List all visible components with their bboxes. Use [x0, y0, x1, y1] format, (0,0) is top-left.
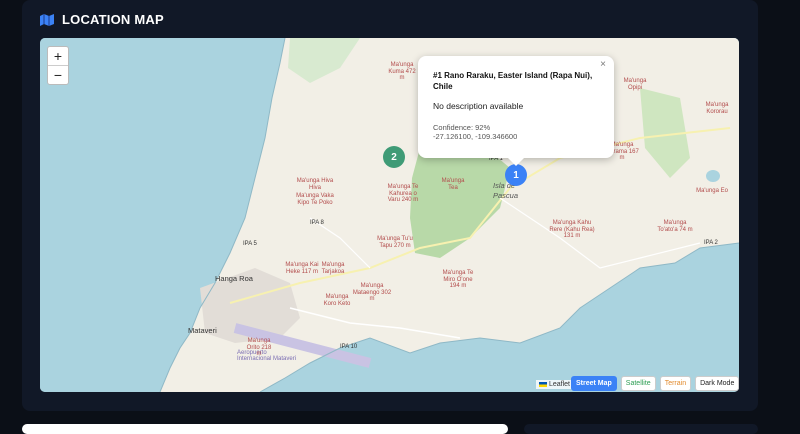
peak-label: Ma'unga Eo: [696, 188, 728, 194]
peak-label: Ma'unga Kuma 472 m: [388, 62, 416, 81]
label-ipa5: IPA 5: [243, 241, 257, 247]
attribution[interactable]: Leaflet: [536, 380, 573, 389]
zoom-out-button[interactable]: −: [48, 65, 68, 84]
popup-tip: [508, 158, 524, 166]
map-canvas[interactable]: Hanga Roa Mataveri Isla de Pascua IPA 1 …: [40, 38, 739, 392]
leaflet-flag-icon: [539, 381, 547, 387]
label-ipa10: IPA 10: [340, 344, 358, 350]
layer-switcher: Street Map Satellite Terrain Dark Mode: [571, 376, 740, 391]
peak-label: Ma'unga Tea: [441, 178, 465, 191]
peak-label: Ma'unga Mataengo 302 m: [352, 283, 392, 302]
zoom-in-button[interactable]: +: [48, 47, 68, 65]
label-pascua: Pascua: [493, 191, 519, 200]
layer-terrain-button[interactable]: Terrain: [659, 376, 692, 391]
location-popup: × #1 Rano Raraku, Easter Island (Rapa Nu…: [418, 56, 614, 166]
location-marker[interactable]: 1: [505, 164, 527, 186]
peak-label: Ma'unga Tarjakoa: [321, 262, 345, 275]
layer-street-button[interactable]: Street Map: [571, 376, 617, 391]
label-mataveri: Mataveri: [188, 326, 217, 335]
cluster-marker[interactable]: 2: [383, 146, 405, 168]
popup-confidence: Confidence: 92%: [433, 123, 491, 132]
next-card: [22, 424, 508, 434]
popup-coordinates: -27.126100, -109.346600: [433, 132, 518, 141]
map-tiles[interactable]: [40, 38, 739, 392]
peak-label: Ma'unga Kororau: [705, 102, 729, 115]
peak-label: Ma'unga Te Kahurea o Varu 240 m: [387, 184, 419, 203]
peak-label: Ma'unga Koro Keto: [323, 294, 351, 307]
peak-label: Ma'unga To'ato'a 74 m: [657, 220, 693, 233]
peak-label: Ma'unga Tu'u Tapu 270 m: [377, 236, 413, 249]
close-icon[interactable]: ×: [600, 59, 606, 70]
peak-label: Ma'unga Hiva Hiva: [296, 178, 334, 191]
peak-label: Ma'unga Orito 218 m: [246, 338, 272, 357]
zoom-control: + −: [47, 46, 69, 85]
popup-description: No description available: [433, 101, 524, 111]
popup-title: #1 Rano Raraku, Easter Island (Rapa Nui)…: [433, 71, 593, 91]
label-hanga-roa: Hanga Roa: [215, 274, 253, 283]
label-ipa8: IPA 8: [310, 220, 324, 226]
attribution-link[interactable]: Leaflet: [549, 381, 570, 388]
peak-label: Ma'unga Te Miro O'one 194 m: [442, 270, 474, 289]
section-header: LOCATION MAP: [40, 12, 164, 27]
peak-label: Ma'unga Opipi: [623, 78, 647, 91]
peak-label: Ma'unga Kahu Rere (Kahu Rea) 131 m: [549, 220, 595, 239]
section-title: LOCATION MAP: [62, 12, 164, 27]
peak-label: Ma'unga Vaka Kipo Te Poko: [296, 193, 334, 206]
layer-satellite-button[interactable]: Satellite: [620, 376, 656, 391]
label-ipa2: IPA 2: [704, 240, 718, 246]
map-icon: [40, 13, 54, 26]
next-card-secondary: [524, 424, 758, 434]
layer-dark-button[interactable]: Dark Mode: [695, 376, 740, 391]
